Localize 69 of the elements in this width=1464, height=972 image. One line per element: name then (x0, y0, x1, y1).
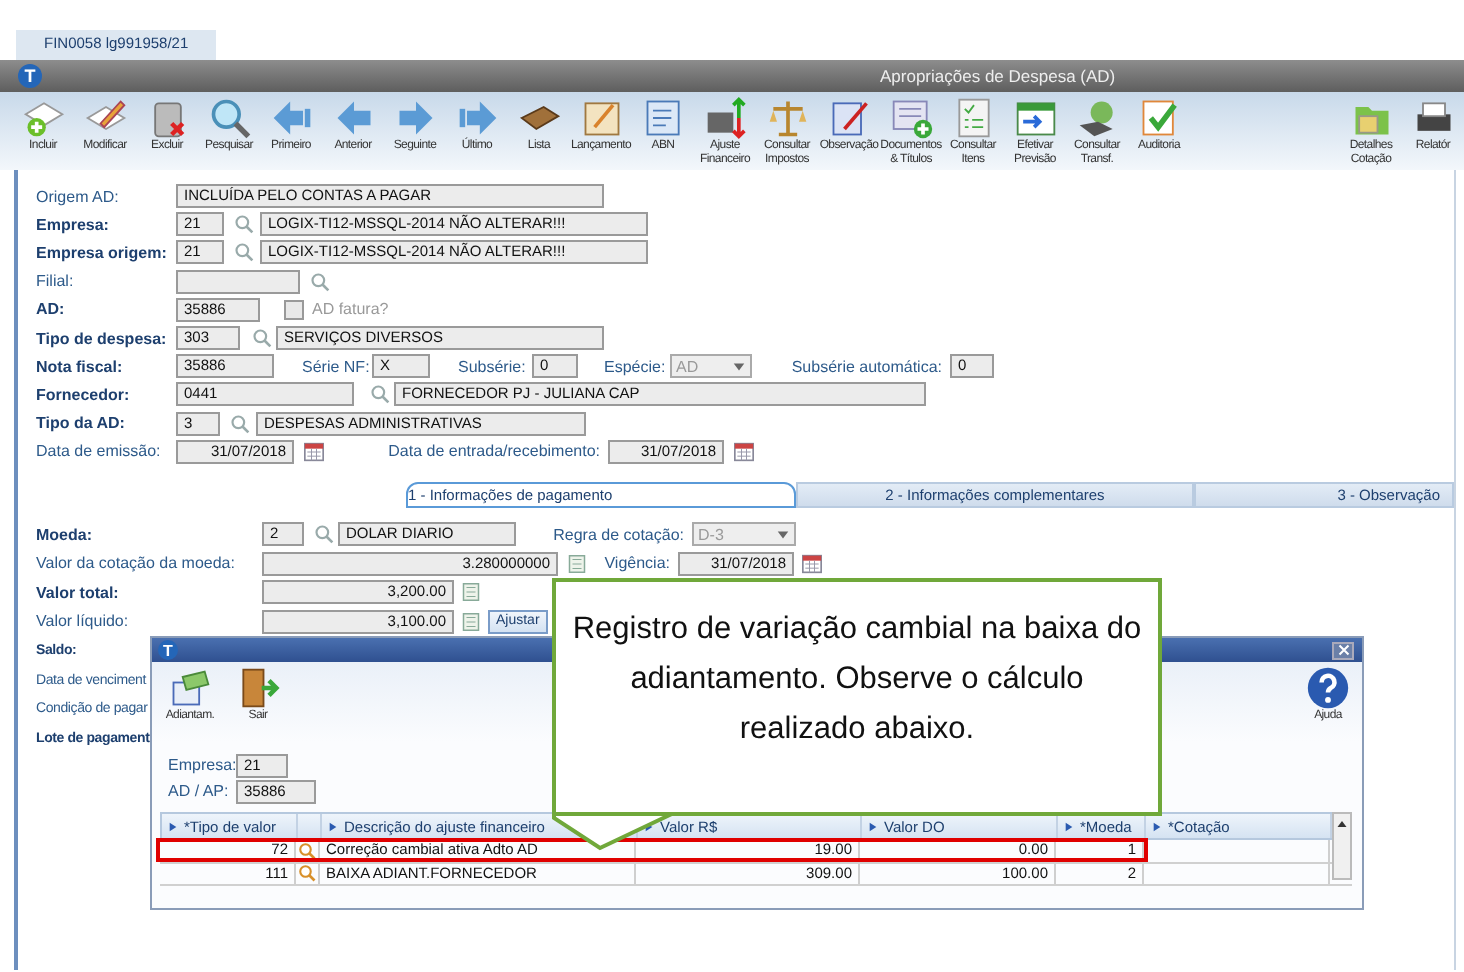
window-title: Apropriações de Despesa (AD) (880, 66, 1116, 86)
search-icon[interactable] (252, 328, 272, 349)
search-icon[interactable] (298, 841, 316, 860)
field-label: Espécie: (604, 357, 668, 376)
scrollbar[interactable] (1332, 812, 1352, 880)
close-button[interactable] (1332, 641, 1354, 659)
field-label: AD / AP: (168, 782, 231, 800)
checkbox[interactable] (284, 299, 304, 320)
field-label: Valor da cotação da moeda: (36, 554, 237, 573)
triangle-icon (1064, 821, 1074, 831)
search-icon[interactable] (310, 271, 330, 292)
logo-icon: T (18, 64, 42, 88)
money-arrows-icon (703, 96, 747, 140)
field-label: Origem AD: (36, 187, 121, 206)
field-label: Data de entrada/recebimento: (386, 442, 602, 461)
field-label: Tipo da AD: (36, 414, 127, 433)
search-icon (207, 96, 251, 140)
arrow-left-bar-icon (269, 96, 313, 140)
field-label: Nota fiscal: (36, 357, 125, 376)
field-label: Data de emissão: (36, 442, 163, 461)
field-label: Série NF: (302, 357, 372, 376)
checkmark-document-icon (1137, 96, 1181, 140)
field-label: Filial: (36, 272, 76, 291)
field-label: Empresa: (36, 215, 111, 234)
field-label: Subsérie: (458, 357, 528, 376)
field-label: AD: (36, 300, 67, 319)
caret-icon (776, 527, 790, 542)
search-icon[interactable] (370, 384, 390, 405)
field-label: Fornecedor: (36, 385, 132, 404)
arrow-right-bar-icon (455, 96, 499, 140)
field-label: Valor líquido: (36, 612, 131, 631)
calendar-icon[interactable] (304, 441, 324, 462)
document-list-icon (641, 96, 685, 140)
calculator-icon[interactable] (462, 582, 480, 603)
triangle-icon (1152, 821, 1162, 831)
search-icon[interactable] (298, 864, 316, 883)
logo-icon: T (158, 640, 178, 660)
calendar-icon[interactable] (802, 553, 822, 574)
door-arrow-icon (236, 666, 280, 710)
field-label: Moeda: (36, 525, 94, 544)
triangle-icon (328, 821, 338, 831)
callout-text: Registro de variação cambial na baixa do adiantamento. Observe o cálculo realizado abaixo. (570, 610, 1144, 750)
field-label: Empresa: (168, 756, 236, 774)
field-label: Empresa origem: (36, 243, 169, 262)
money-document-icon (168, 666, 212, 710)
search-icon[interactable] (234, 242, 254, 263)
field-label: Regra de cotação: (551, 525, 686, 544)
triangle-icon (168, 821, 178, 831)
calculator-icon[interactable] (462, 611, 480, 632)
checkbox-label: AD fatura? (312, 300, 389, 319)
note-pencil-icon (827, 96, 871, 140)
field-label: Vigência: (602, 554, 672, 573)
search-icon[interactable] (314, 524, 334, 545)
scales-icon (765, 96, 809, 140)
search-icon[interactable] (234, 214, 254, 235)
up-arrow-icon[interactable] (1336, 818, 1348, 830)
calendar-icon[interactable] (734, 441, 754, 462)
documents-plus-icon (889, 96, 933, 140)
input-field[interactable] (176, 269, 300, 294)
help-icon (1306, 666, 1350, 710)
triangle-icon (868, 821, 878, 831)
search-icon[interactable] (230, 413, 250, 434)
caret-icon (732, 359, 746, 374)
notebook-pencil-icon (579, 96, 623, 140)
field-label: Subsérie automática: (789, 357, 944, 376)
field-label: Valor total: (36, 583, 121, 602)
calculator-icon[interactable] (568, 553, 586, 574)
field-label: Tipo de despesa: (36, 329, 169, 348)
close-icon (1337, 644, 1349, 656)
